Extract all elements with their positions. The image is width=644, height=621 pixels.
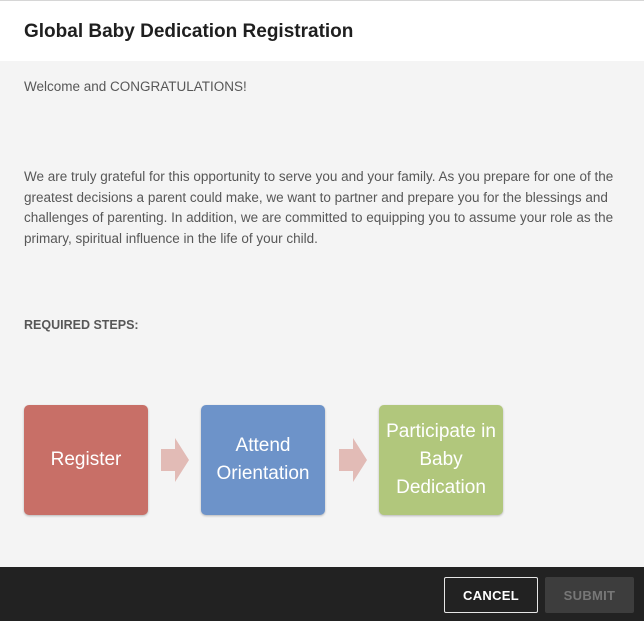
arrow-right-icon xyxy=(161,438,189,482)
registration-dialog: Global Baby Dedication Registration Welc… xyxy=(0,0,644,621)
dialog-title: Global Baby Dedication Registration xyxy=(24,21,354,42)
intro-paragraph: We are truly grateful for this opportuni… xyxy=(24,169,614,246)
dialog-header: Global Baby Dedication Registration xyxy=(0,1,644,61)
step-label: Attend Orientation xyxy=(216,435,310,484)
step-register: Register xyxy=(24,405,148,515)
step-attend-orientation: Attend Orientation xyxy=(201,405,325,515)
arrow-right-icon xyxy=(339,438,367,482)
dialog-footer: CANCEL SUBMIT xyxy=(0,567,644,621)
step-label: Participate in Baby Dedication xyxy=(386,421,496,498)
step-label: Register xyxy=(50,449,122,470)
required-steps-heading: REQUIRED STEPS: xyxy=(24,318,139,332)
welcome-text: Welcome and CONGRATULATIONS! xyxy=(24,79,247,94)
submit-button[interactable]: SUBMIT xyxy=(545,577,634,613)
step-participate-dedication: Participate in Baby Dedication xyxy=(379,405,503,515)
cancel-button[interactable]: CANCEL xyxy=(444,577,538,613)
